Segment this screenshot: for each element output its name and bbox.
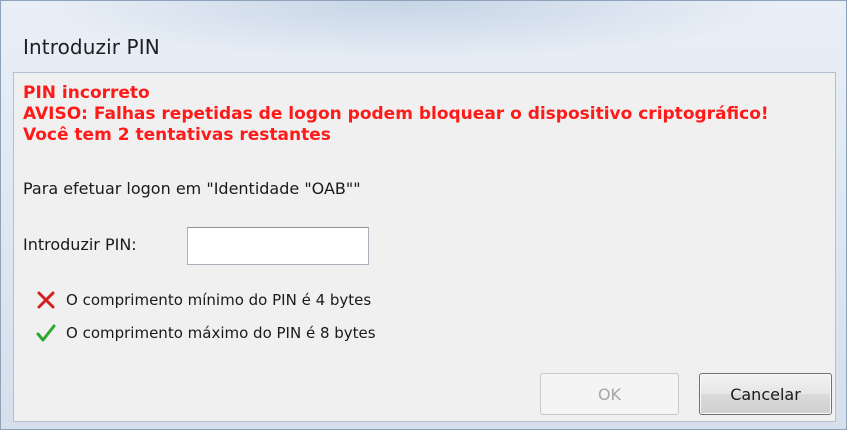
rule-min-length-text: O comprimento mínimo do PIN é 4 bytes bbox=[66, 291, 372, 309]
attempts-remaining: Você tem 2 tentativas restantes bbox=[23, 125, 331, 145]
pin-label: Introduzir PIN: bbox=[23, 235, 137, 254]
window-title: Introduzir PIN bbox=[23, 35, 160, 59]
cancel-button[interactable]: Cancelar bbox=[699, 373, 832, 415]
rule-max-length-text: O comprimento máximo do PIN é 8 bytes bbox=[66, 324, 376, 342]
green-check-icon bbox=[36, 323, 56, 343]
rule-max-length: O comprimento máximo do PIN é 8 bytes bbox=[36, 322, 376, 344]
pin-dialog: Introduzir PIN PIN incorreto AVISO: Falh… bbox=[0, 0, 847, 430]
ok-button[interactable]: OK bbox=[540, 373, 679, 415]
error-pin-incorrect: PIN incorreto bbox=[23, 83, 150, 103]
logon-target-text: Para efetuar logon em "Identidade "OAB"" bbox=[23, 179, 361, 198]
warning-device-lock: AVISO: Falhas repetidas de logon podem b… bbox=[23, 104, 769, 124]
dialog-content: PIN incorreto AVISO: Falhas repetidas de… bbox=[13, 72, 836, 422]
rule-min-length: O comprimento mínimo do PIN é 4 bytes bbox=[36, 289, 371, 311]
red-x-icon bbox=[36, 290, 56, 310]
pin-input[interactable] bbox=[187, 227, 369, 265]
